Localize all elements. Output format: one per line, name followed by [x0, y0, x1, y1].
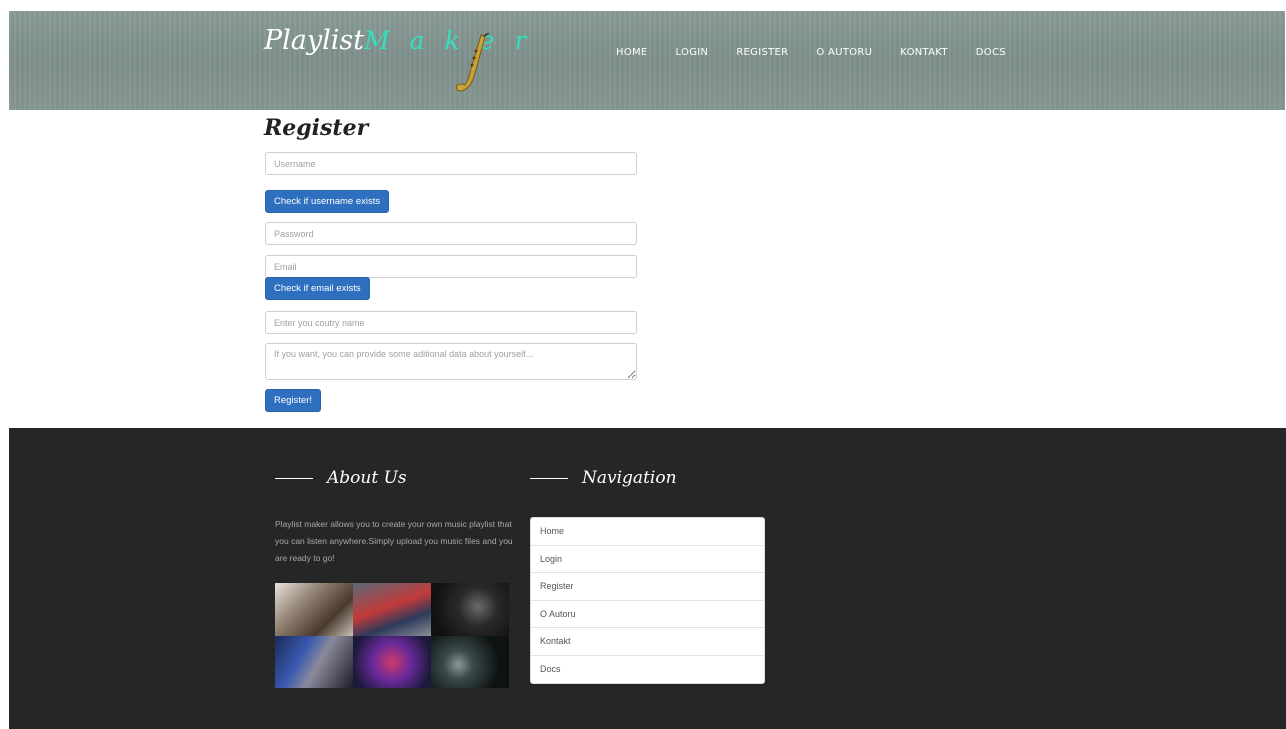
gallery-photo[interactable]	[431, 583, 509, 636]
about-us-text: Playlist maker allows you to create your…	[275, 519, 513, 563]
check-email-button[interactable]: Check if email exists	[265, 277, 370, 300]
nav-o-autoru[interactable]: O AUTORU	[816, 47, 872, 58]
about-yourself-textarea[interactable]	[265, 343, 637, 380]
username-input[interactable]	[265, 152, 637, 175]
site-logo[interactable]: PlaylistM a k e r	[264, 25, 532, 65]
footer-nav-list: Home Login Register O Autoru Kontakt Doc…	[530, 517, 765, 684]
left-margin	[0, 0, 9, 729]
check-username-button[interactable]: Check if username exists	[265, 190, 390, 213]
register-button[interactable]: Register!	[265, 389, 322, 412]
photo-gallery	[275, 583, 509, 688]
about-us-title: About Us	[327, 468, 407, 488]
email-input[interactable]	[265, 255, 637, 278]
site-header: PlaylistM a k e r HOME LOGIN REGISTER O …	[9, 11, 1285, 110]
gallery-photo[interactable]	[353, 583, 431, 636]
logo-text-playlist: Playlist	[264, 25, 365, 56]
nav-docs[interactable]: DOCS	[976, 47, 1006, 58]
footer-nav-docs[interactable]: Docs	[531, 656, 764, 684]
navigation-title: Navigation	[582, 468, 677, 488]
navigation-heading: Navigation	[530, 468, 677, 488]
gallery-photo[interactable]	[353, 636, 431, 688]
footer-nav-o-autoru[interactable]: O Autoru	[531, 601, 764, 628]
gallery-photo[interactable]	[275, 583, 353, 636]
gallery-photo[interactable]	[275, 636, 353, 688]
footer-nav-login[interactable]: Login	[531, 546, 764, 573]
nav-register[interactable]: REGISTER	[736, 47, 788, 58]
nav-login[interactable]: LOGIN	[676, 47, 709, 58]
heading-divider	[275, 477, 313, 479]
logo-text-maker: M a k e r	[364, 26, 533, 55]
footer-nav-kontakt[interactable]: Kontakt	[531, 628, 764, 656]
saxophone-icon	[456, 33, 490, 92]
password-input[interactable]	[265, 222, 637, 245]
nav-kontakt[interactable]: KONTAKT	[900, 47, 948, 58]
country-input[interactable]	[265, 311, 637, 334]
about-us-heading: About Us	[275, 468, 407, 488]
footer-nav-home[interactable]: Home	[531, 518, 764, 546]
heading-divider	[530, 477, 568, 479]
page-title: Register	[264, 115, 369, 141]
page: PlaylistM a k e r HOME LOGIN REGISTER O …	[0, 0, 1286, 729]
main-nav: HOME LOGIN REGISTER O AUTORU KONTAKT DOC…	[616, 47, 1034, 58]
gallery-photo[interactable]	[431, 636, 509, 688]
footer-nav-register[interactable]: Register	[531, 573, 764, 601]
nav-home[interactable]: HOME	[616, 47, 648, 58]
site-footer: About Us Playlist maker allows you to cr…	[9, 428, 1286, 729]
